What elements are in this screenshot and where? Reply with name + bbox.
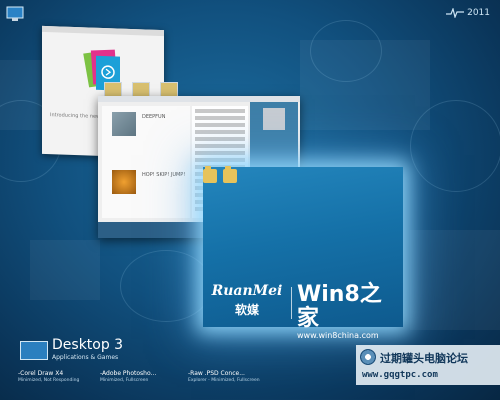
now-playing-art bbox=[263, 108, 285, 130]
brand-cn: 软媒 bbox=[234, 303, 259, 317]
brand-latin: RuanMei bbox=[211, 283, 283, 299]
forum-url: www.gqgtpc.com bbox=[362, 370, 438, 380]
background-tile bbox=[410, 230, 500, 330]
album-cover[interactable] bbox=[112, 170, 136, 194]
folder-icon[interactable] bbox=[223, 166, 237, 183]
brand-left: RuanMei 软媒 bbox=[207, 283, 287, 318]
task-status: Minimized, Not Responding bbox=[18, 378, 80, 383]
brand-divider bbox=[291, 287, 292, 319]
album-title: DEEPFUN bbox=[142, 114, 166, 120]
background-swirl bbox=[410, 100, 500, 192]
computer-icon[interactable] bbox=[5, 5, 25, 23]
desktop-icon[interactable] bbox=[20, 341, 48, 360]
forum-watermark: 过期罐头电脑论坛 www.gqgtpc.com bbox=[356, 345, 500, 385]
brand-url: www.win8china.com bbox=[297, 331, 379, 340]
task-status: Minimized, Fullscreen bbox=[100, 378, 149, 383]
pulse-icon bbox=[446, 8, 465, 18]
task-name: -Adobe Photosho... bbox=[100, 370, 157, 377]
album-title: HOP! SKIP! JUMP! bbox=[142, 172, 186, 178]
background-swirl bbox=[120, 250, 212, 322]
task-item[interactable]: -Corel Draw X4 Minimized, Not Responding bbox=[18, 370, 79, 384]
album-cover[interactable] bbox=[112, 112, 136, 136]
album-panel: DEEPFUN HOP! SKIP! JUMP! bbox=[102, 106, 190, 218]
task-name: -Corel Draw X4 bbox=[18, 370, 64, 377]
forum-name: 过期罐头电脑论坛 bbox=[380, 352, 468, 365]
folder-icons bbox=[203, 166, 237, 183]
desktop-subtitle: Applications & Games bbox=[52, 354, 119, 361]
folder-icon[interactable] bbox=[203, 166, 217, 183]
forum-logo-icon bbox=[360, 349, 376, 365]
task-status: Explorer - Minimized, Fullscreen bbox=[188, 378, 260, 383]
desktop-title: Desktop 3 bbox=[52, 337, 124, 353]
task-item[interactable]: -Raw .PSD Conce... Explorer - Minimized,… bbox=[188, 370, 260, 384]
task-item[interactable]: -Adobe Photosho... Minimized, Fullscreen bbox=[100, 370, 156, 384]
background-tile bbox=[30, 240, 100, 300]
brand-win8: Win8之家 bbox=[297, 282, 382, 331]
window-titlebar[interactable] bbox=[42, 25, 164, 37]
background-swirl bbox=[310, 20, 382, 82]
brand-banner: RuanMei 软媒 Win8之家 www.win8china.com bbox=[207, 283, 399, 341]
task-name: -Raw .PSD Conce... bbox=[188, 370, 245, 377]
logo-year: 2011 bbox=[467, 8, 490, 18]
year-logo: 2011 bbox=[446, 8, 490, 18]
brand-right: Win8之家 www.win8china.com bbox=[297, 282, 399, 341]
window-active[interactable]: RuanMei 软媒 Win8之家 www.win8china.com bbox=[203, 166, 403, 341]
